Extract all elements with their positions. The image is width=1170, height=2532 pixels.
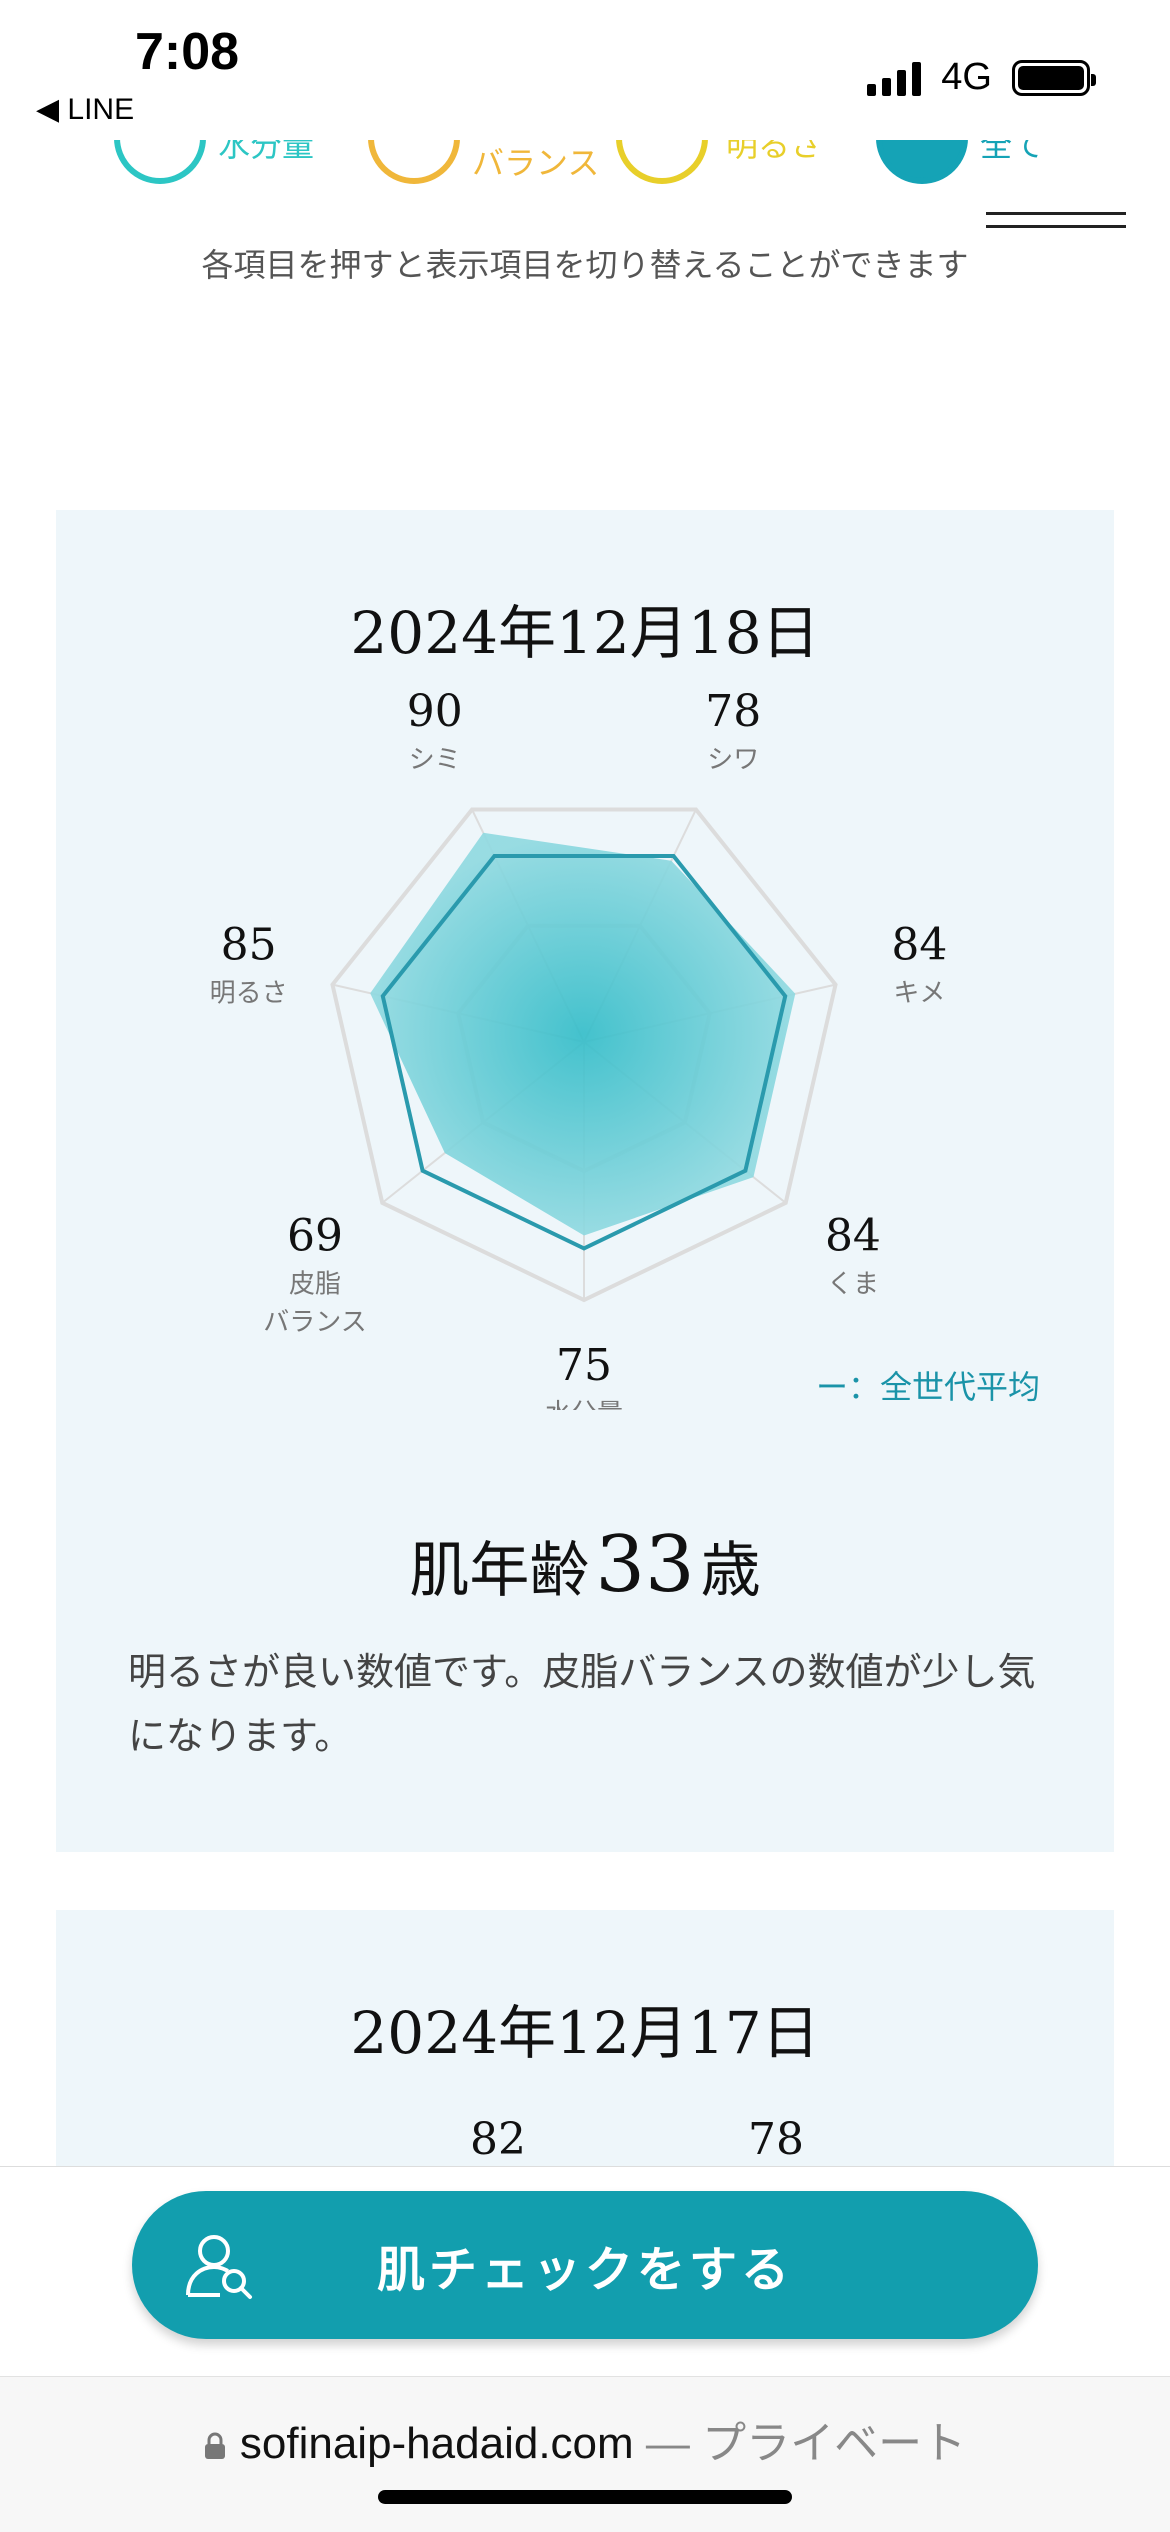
status-bar: 7:08 ◀ LINE 4G [0, 0, 1170, 140]
radar-chart: 90 シミ 78 シワ 84 キメ 84 くま 75 水分量 69 皮脂バランス 85 明るさ [210, 686, 948, 1410]
url-display[interactable]: sofinaip-hadaid.com — プライベート [0, 2407, 1170, 2471]
network-label: 4G [941, 56, 992, 98]
status-indicators: 4G [867, 56, 1096, 99]
axis-value: 84 [825, 1210, 881, 1261]
battery-icon [1012, 59, 1096, 96]
skin-age-unit: 歳 [700, 1536, 761, 1606]
url-separator: — [633, 2419, 703, 2468]
axis-value-shimi: 82 [470, 2114, 526, 2165]
axis-label: 明るさ [210, 978, 288, 1008]
url-bar[interactable]: sofinaip-hadaid.com — プライベート [0, 2376, 1170, 2532]
lock-icon [204, 2432, 225, 2459]
skin-age-label: 肌年齢 [409, 1536, 590, 1606]
back-to-line-link[interactable]: ◀ LINE [36, 92, 134, 127]
result-card: 2024年12月18日 90シミ78シワ84キメ84くま75水分量69皮脂バラン… [56, 510, 1114, 1852]
axis-value: 84 [891, 919, 947, 970]
url-domain: sofinaip-hadaid.com [239, 2419, 634, 2468]
skin-age: 肌年齢33 歳 [56, 1520, 1114, 1610]
card-date: 2024年12月17日 [350, 1999, 820, 2067]
url-private-label: プライベート [702, 2419, 967, 2468]
axis-value: 75 [556, 1340, 612, 1391]
average-legend: ー：全世代平均 [816, 1368, 1041, 1406]
axis-label: くま [827, 1269, 879, 1299]
skin-check-label: 肌チェックをする [376, 2242, 793, 2298]
axis-value-shiwa: 78 [748, 2114, 804, 2165]
skin-check-button[interactable]: 肌チェックをする [132, 2191, 1038, 2339]
skin-age-value: 33 [595, 1520, 695, 1610]
axis-value: 78 [705, 686, 761, 737]
user-search-icon [186, 2235, 252, 2299]
signal-icon [867, 60, 922, 96]
axis-label: シワ [707, 745, 759, 775]
axis-value: 69 [287, 1210, 343, 1261]
axis-label: 皮脂 [289, 1269, 341, 1299]
home-indicator [378, 2490, 792, 2504]
filter-balance-label: バランス [472, 144, 600, 182]
axis-label: キメ [893, 978, 945, 1008]
axis-value: 90 [407, 686, 463, 737]
status-time: 7:08 [135, 23, 240, 81]
axis-label: バランス [263, 1307, 366, 1337]
filter-hint: 各項目を押すと表示項目を切り替えることができます [201, 246, 969, 284]
bottom-bar: 肌チェックをする [0, 2166, 1170, 2376]
skin-comment: 明るさが良い数値です。皮脂バランスの数値が少し気になります。 [128, 1650, 1036, 1758]
axis-label: 水分量 [545, 1399, 623, 1410]
axis-label: シミ [409, 745, 461, 775]
axis-value: 85 [221, 919, 277, 970]
